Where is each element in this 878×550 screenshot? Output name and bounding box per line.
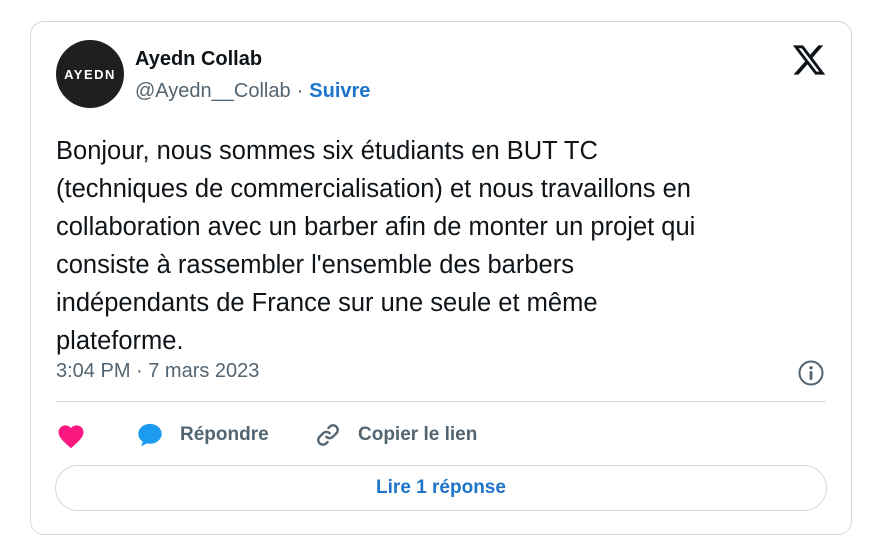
copy-link-button[interactable]: Copier le lien	[314, 418, 477, 452]
avatar[interactable]: AYEDN	[56, 40, 124, 108]
follow-link[interactable]: Suivre	[309, 80, 370, 103]
speech-bubble-icon	[138, 423, 162, 447]
copy-link-label: Copier le lien	[358, 424, 478, 445]
info-icon[interactable]	[797, 359, 825, 387]
heart-icon	[58, 425, 84, 449]
tweet-text: Bonjour, nous sommes six étudiants en BU…	[56, 137, 696, 355]
avatar-logo-text: AYEDN	[64, 66, 116, 82]
handle-separator: ·	[296, 80, 304, 102]
read-replies-button[interactable]: Lire 1 réponse	[55, 465, 827, 511]
read-replies-label: Lire 1 réponse	[376, 477, 506, 498]
tweet-timestamp[interactable]: 3:04 PM · 7 mars 2023	[56, 360, 259, 383]
reply-button[interactable]: Répondre	[136, 418, 269, 452]
link-icon	[317, 424, 339, 446]
like-button[interactable]	[56, 418, 86, 452]
author-display-name[interactable]: Ayedn Collab	[135, 48, 262, 71]
author-handle[interactable]: @Ayedn__Collab	[135, 80, 291, 103]
reply-label: Répondre	[180, 424, 269, 445]
x-logo-icon[interactable]	[791, 42, 827, 78]
tweet-embed-card: AYEDN Ayedn Collab @Ayedn__Collab · Suiv…	[30, 21, 852, 535]
divider	[56, 401, 826, 402]
author-handle-line: @Ayedn__Collab · Suivre	[135, 80, 370, 103]
